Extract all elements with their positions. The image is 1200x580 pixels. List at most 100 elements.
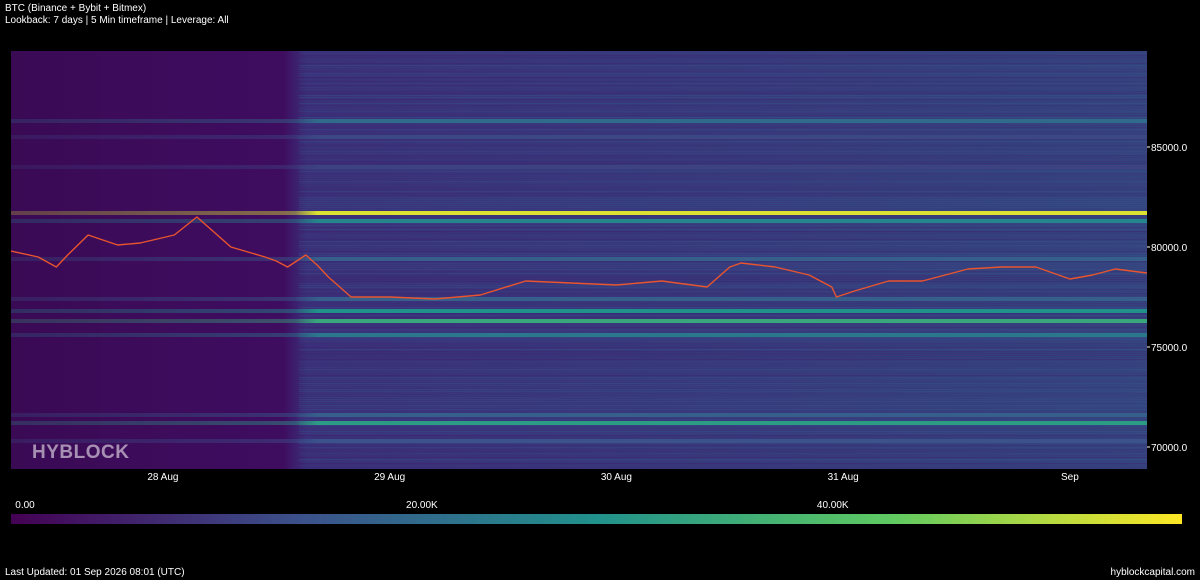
- heat-texture-line: [298, 207, 1147, 209]
- heat-texture-line: [298, 81, 1147, 83]
- heat-texture-line: [298, 145, 1147, 147]
- heat-texture-line: [298, 83, 1147, 85]
- heat-texture-line: [298, 183, 1147, 185]
- heat-texture-line: [298, 159, 1147, 161]
- heat-texture-line: [298, 397, 1147, 399]
- heat-texture-line: [298, 291, 1147, 293]
- heat-texture-line: [298, 203, 1147, 205]
- heat-texture-line: [298, 189, 1147, 191]
- color-scale-bar: [11, 514, 1182, 524]
- heat-texture-line: [298, 229, 1147, 231]
- heat-texture-line: [298, 293, 1147, 295]
- heat-texture-line: [298, 341, 1147, 343]
- heat-texture-line: [298, 307, 1147, 309]
- heat-texture-line: [298, 227, 1147, 229]
- liquidation-band: [11, 309, 1147, 313]
- heat-texture-line: [298, 59, 1147, 61]
- heat-texture-line: [298, 177, 1147, 179]
- x-tick-label: 28 Aug: [147, 472, 178, 483]
- heat-texture-line: [298, 79, 1147, 81]
- heat-texture-line: [298, 377, 1147, 379]
- heat-texture-line: [298, 179, 1147, 181]
- site-link[interactable]: hyblockcapital.com: [1111, 567, 1195, 578]
- heat-texture-line: [298, 101, 1147, 103]
- heat-texture-line: [298, 153, 1147, 155]
- heat-texture-line: [298, 99, 1147, 101]
- heat-texture-line: [298, 387, 1147, 389]
- heat-texture-line: [298, 269, 1147, 271]
- liquidation-band: [11, 219, 1147, 223]
- heat-texture-line: [298, 191, 1147, 193]
- heat-texture-line: [298, 233, 1147, 235]
- heat-texture-line: [298, 355, 1147, 357]
- heat-texture-line: [298, 231, 1147, 233]
- heat-texture-line: [298, 401, 1147, 403]
- heat-texture-line: [298, 305, 1147, 307]
- heat-texture-line: [298, 345, 1147, 347]
- y-tick-label: 85000.0: [1151, 143, 1188, 154]
- heat-texture-line: [298, 85, 1147, 87]
- heat-texture-line: [298, 359, 1147, 361]
- heat-texture-line: [298, 195, 1147, 197]
- heat-texture-line: [298, 317, 1147, 319]
- heat-texture-line: [298, 69, 1147, 71]
- heat-texture-line: [298, 117, 1147, 119]
- y-tick-label: 80000.0: [1151, 243, 1188, 254]
- heat-texture-line: [298, 275, 1147, 277]
- x-tick-label: 29 Aug: [374, 472, 405, 483]
- heat-texture-line: [298, 383, 1147, 385]
- heat-texture-line: [298, 329, 1147, 331]
- heat-texture-line: [298, 363, 1147, 365]
- heat-texture-line: [298, 95, 1147, 97]
- heat-texture-line: [298, 461, 1147, 463]
- heat-texture-line: [298, 385, 1147, 387]
- heat-texture-line: [298, 361, 1147, 363]
- heat-texture-line: [298, 163, 1147, 165]
- liquidation-band: [11, 119, 1147, 123]
- heat-texture-line: [298, 55, 1147, 57]
- heat-texture-line: [298, 71, 1147, 73]
- heat-texture-line: [298, 143, 1147, 145]
- heat-texture-line: [298, 459, 1147, 461]
- liquidation-band: [11, 333, 1147, 337]
- heat-texture-line: [298, 215, 1147, 217]
- heat-texture-line: [298, 451, 1147, 453]
- heat-texture-line: [298, 103, 1147, 105]
- heat-texture-line: [298, 373, 1147, 375]
- heat-texture-line: [298, 409, 1147, 411]
- heat-texture-line: [298, 75, 1147, 77]
- heat-texture-line: [298, 67, 1147, 69]
- heat-texture-line: [298, 197, 1147, 199]
- heat-texture-line: [298, 253, 1147, 255]
- heat-texture-line: [298, 175, 1147, 177]
- heat-texture-line: [298, 425, 1147, 427]
- heat-texture-line: [298, 389, 1147, 391]
- heat-texture-line: [298, 295, 1147, 297]
- heat-texture-line: [298, 337, 1147, 339]
- heat-texture-line: [298, 263, 1147, 265]
- heat-texture-line: [298, 209, 1147, 211]
- heat-texture-line: [298, 265, 1147, 267]
- heat-texture-line: [298, 301, 1147, 303]
- heat-texture-line: [298, 251, 1147, 253]
- heat-texture-line: [298, 347, 1147, 349]
- liquidation-band: [11, 135, 1147, 139]
- liquidation-band: [11, 421, 1147, 425]
- heat-texture-line: [298, 435, 1147, 437]
- hyblock-watermark: HYBLOCK: [32, 442, 130, 463]
- heat-texture-line: [298, 205, 1147, 207]
- heat-texture-line: [298, 249, 1147, 251]
- heat-texture-line: [298, 391, 1147, 393]
- heat-texture-line: [298, 339, 1147, 341]
- heat-texture-line: [298, 129, 1147, 131]
- heat-texture-line: [298, 405, 1147, 407]
- heat-texture-line: [298, 399, 1147, 401]
- heat-texture-line: [298, 51, 1147, 53]
- heat-texture-line: [298, 465, 1147, 467]
- heat-texture-line: [298, 173, 1147, 175]
- heat-texture-line: [298, 357, 1147, 359]
- heat-texture-line: [298, 139, 1147, 141]
- heat-texture-line: [298, 343, 1147, 345]
- heat-texture-line: [298, 61, 1147, 63]
- heat-texture-line: [298, 369, 1147, 371]
